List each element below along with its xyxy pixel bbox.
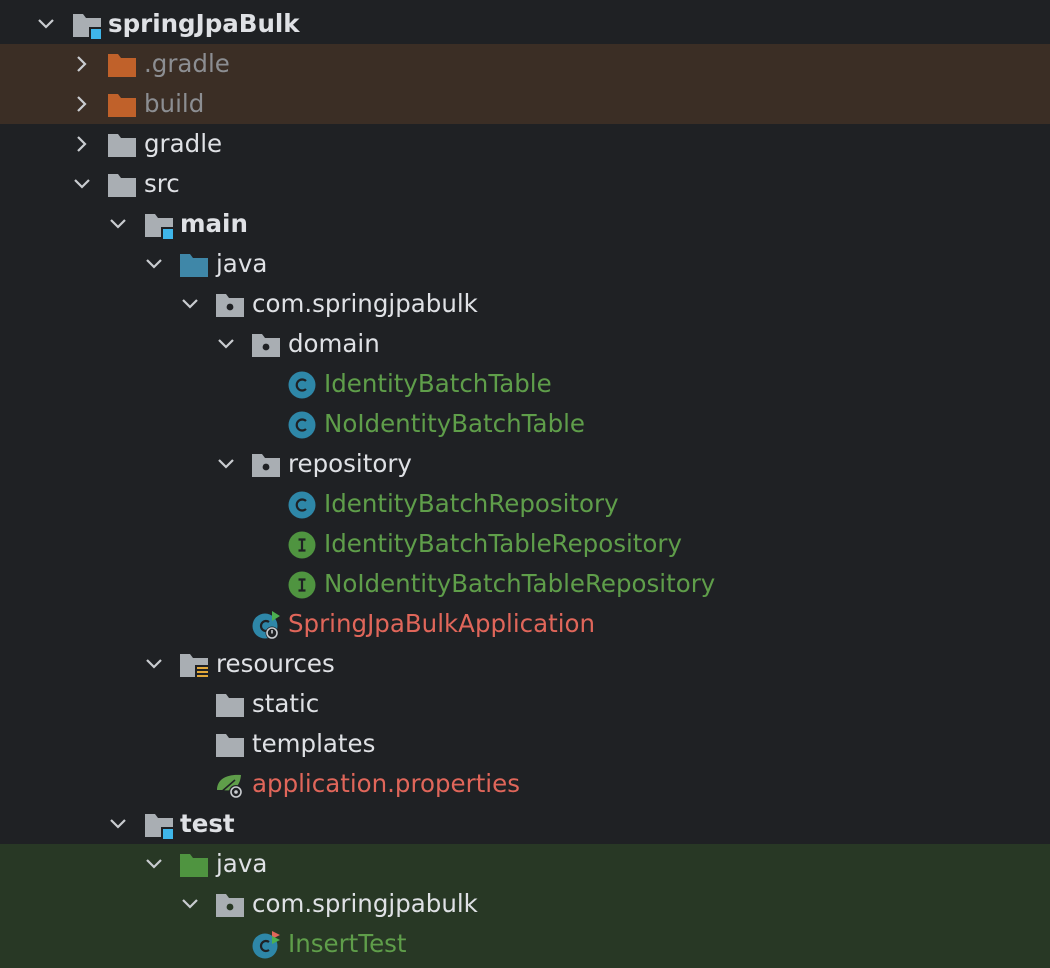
tree-label: java <box>216 849 268 878</box>
tree-row-src[interactable]: src <box>0 164 1050 204</box>
tree-row-repository[interactable]: repository <box>0 444 1050 484</box>
tree-label: springJpaBulk <box>108 9 300 38</box>
chevron-down-icon[interactable] <box>36 14 56 34</box>
source-folder-icon <box>180 254 208 277</box>
resources-folder-icon <box>180 654 209 680</box>
excluded-folder-icon <box>108 54 136 77</box>
tree-row-templates[interactable]: templates <box>0 724 1050 764</box>
tree-label: com.springjpabulk <box>252 289 478 318</box>
tree-row-test[interactable]: test <box>0 804 1050 844</box>
chevron-right-icon[interactable] <box>72 94 92 114</box>
tree-label: src <box>144 169 180 198</box>
chevron-down-icon[interactable] <box>108 214 128 234</box>
chevron-down-icon[interactable] <box>180 894 200 914</box>
tree-row-no-identity-batch-table[interactable]: NoIdentityBatchTable <box>0 404 1050 444</box>
chevron-down-icon[interactable] <box>72 174 92 194</box>
tree-label: test <box>180 809 235 838</box>
chevron-down-icon[interactable] <box>144 254 164 274</box>
tree-row-gradle[interactable]: gradle <box>0 124 1050 164</box>
tree-label: repository <box>288 449 412 478</box>
excluded-folder-icon <box>108 94 136 117</box>
class-icon <box>288 371 316 399</box>
tree-row-no-identity-batch-table-repository[interactable]: NoIdentityBatchTableRepository <box>0 564 1050 604</box>
tree-row-identity-batch-table-repository[interactable]: IdentityBatchTableRepository <box>0 524 1050 564</box>
tree-label: IdentityBatchTable <box>324 369 552 398</box>
tree-label: NoIdentityBatchTableRepository <box>324 569 716 598</box>
tree-row-main-package[interactable]: com.springjpabulk <box>0 284 1050 324</box>
chevron-right-icon[interactable] <box>72 134 92 154</box>
module-folder-icon <box>145 214 173 239</box>
tree-label: gradle <box>144 129 223 158</box>
tree-label: domain <box>288 329 380 358</box>
class-icon <box>288 411 316 439</box>
spring-boot-application-icon <box>252 611 280 640</box>
package-icon <box>252 334 280 357</box>
project-tree: springJpaBulk .gradle build gradle src m… <box>0 0 1050 968</box>
tree-row-application-properties[interactable]: application.properties <box>0 764 1050 804</box>
interface-icon <box>288 571 316 599</box>
tree-label: InsertTest <box>288 929 407 958</box>
tree-row-insert-test[interactable]: InsertTest <box>0 924 1050 968</box>
tree-row-resources[interactable]: resources <box>0 644 1050 684</box>
chevron-down-icon[interactable] <box>180 294 200 314</box>
test-class-icon <box>252 931 280 959</box>
tree-row-identity-batch-table[interactable]: IdentityBatchTable <box>0 364 1050 404</box>
tree-row-build[interactable]: build <box>0 84 1050 124</box>
tree-row-main[interactable]: main <box>0 204 1050 244</box>
folder-icon <box>216 734 244 757</box>
tree-label: build <box>144 89 205 118</box>
tree-label: java <box>216 249 268 278</box>
spring-properties-icon <box>217 774 243 799</box>
chevron-down-icon[interactable] <box>216 334 236 354</box>
tree-label: resources <box>216 649 335 678</box>
tree-label: IdentityBatchRepository <box>324 489 619 518</box>
folder-icon <box>108 134 136 157</box>
tree-label: SpringJpaBulkApplication <box>288 609 596 638</box>
tree-label: application.properties <box>252 769 520 798</box>
chevron-right-icon[interactable] <box>72 54 92 74</box>
class-icon <box>288 491 316 519</box>
tree-label: main <box>180 209 248 238</box>
tree-label: static <box>252 689 320 718</box>
chevron-down-icon[interactable] <box>144 854 164 874</box>
folder-icon <box>108 174 136 197</box>
tree-row-test-java[interactable]: java <box>0 844 1050 884</box>
package-icon <box>216 894 244 917</box>
tree-row-root[interactable]: springJpaBulk <box>0 4 1050 44</box>
package-icon <box>252 454 280 477</box>
package-icon <box>216 294 244 317</box>
tree-label: .gradle <box>144 49 230 78</box>
module-folder-icon <box>145 814 173 839</box>
tree-row-test-package[interactable]: com.springjpabulk <box>0 884 1050 924</box>
tree-row-spring-jpa-bulk-application[interactable]: SpringJpaBulkApplication <box>0 604 1050 644</box>
chevron-down-icon[interactable] <box>108 814 128 834</box>
tree-row-main-java[interactable]: java <box>0 244 1050 284</box>
tree-row-identity-batch-repository[interactable]: IdentityBatchRepository <box>0 484 1050 524</box>
test-source-folder-icon <box>180 854 208 877</box>
interface-icon <box>288 531 316 559</box>
chevron-down-icon[interactable] <box>216 454 236 474</box>
tree-label: com.springjpabulk <box>252 889 478 918</box>
module-folder-icon <box>73 14 101 39</box>
tree-label: templates <box>252 729 376 758</box>
folder-icon <box>216 694 244 717</box>
tree-row-domain[interactable]: domain <box>0 324 1050 364</box>
tree-row-dot-gradle[interactable]: .gradle <box>0 44 1050 84</box>
chevron-down-icon[interactable] <box>144 654 164 674</box>
tree-label: IdentityBatchTableRepository <box>324 529 682 558</box>
tree-label: NoIdentityBatchTable <box>324 409 585 438</box>
tree-row-static[interactable]: static <box>0 684 1050 724</box>
